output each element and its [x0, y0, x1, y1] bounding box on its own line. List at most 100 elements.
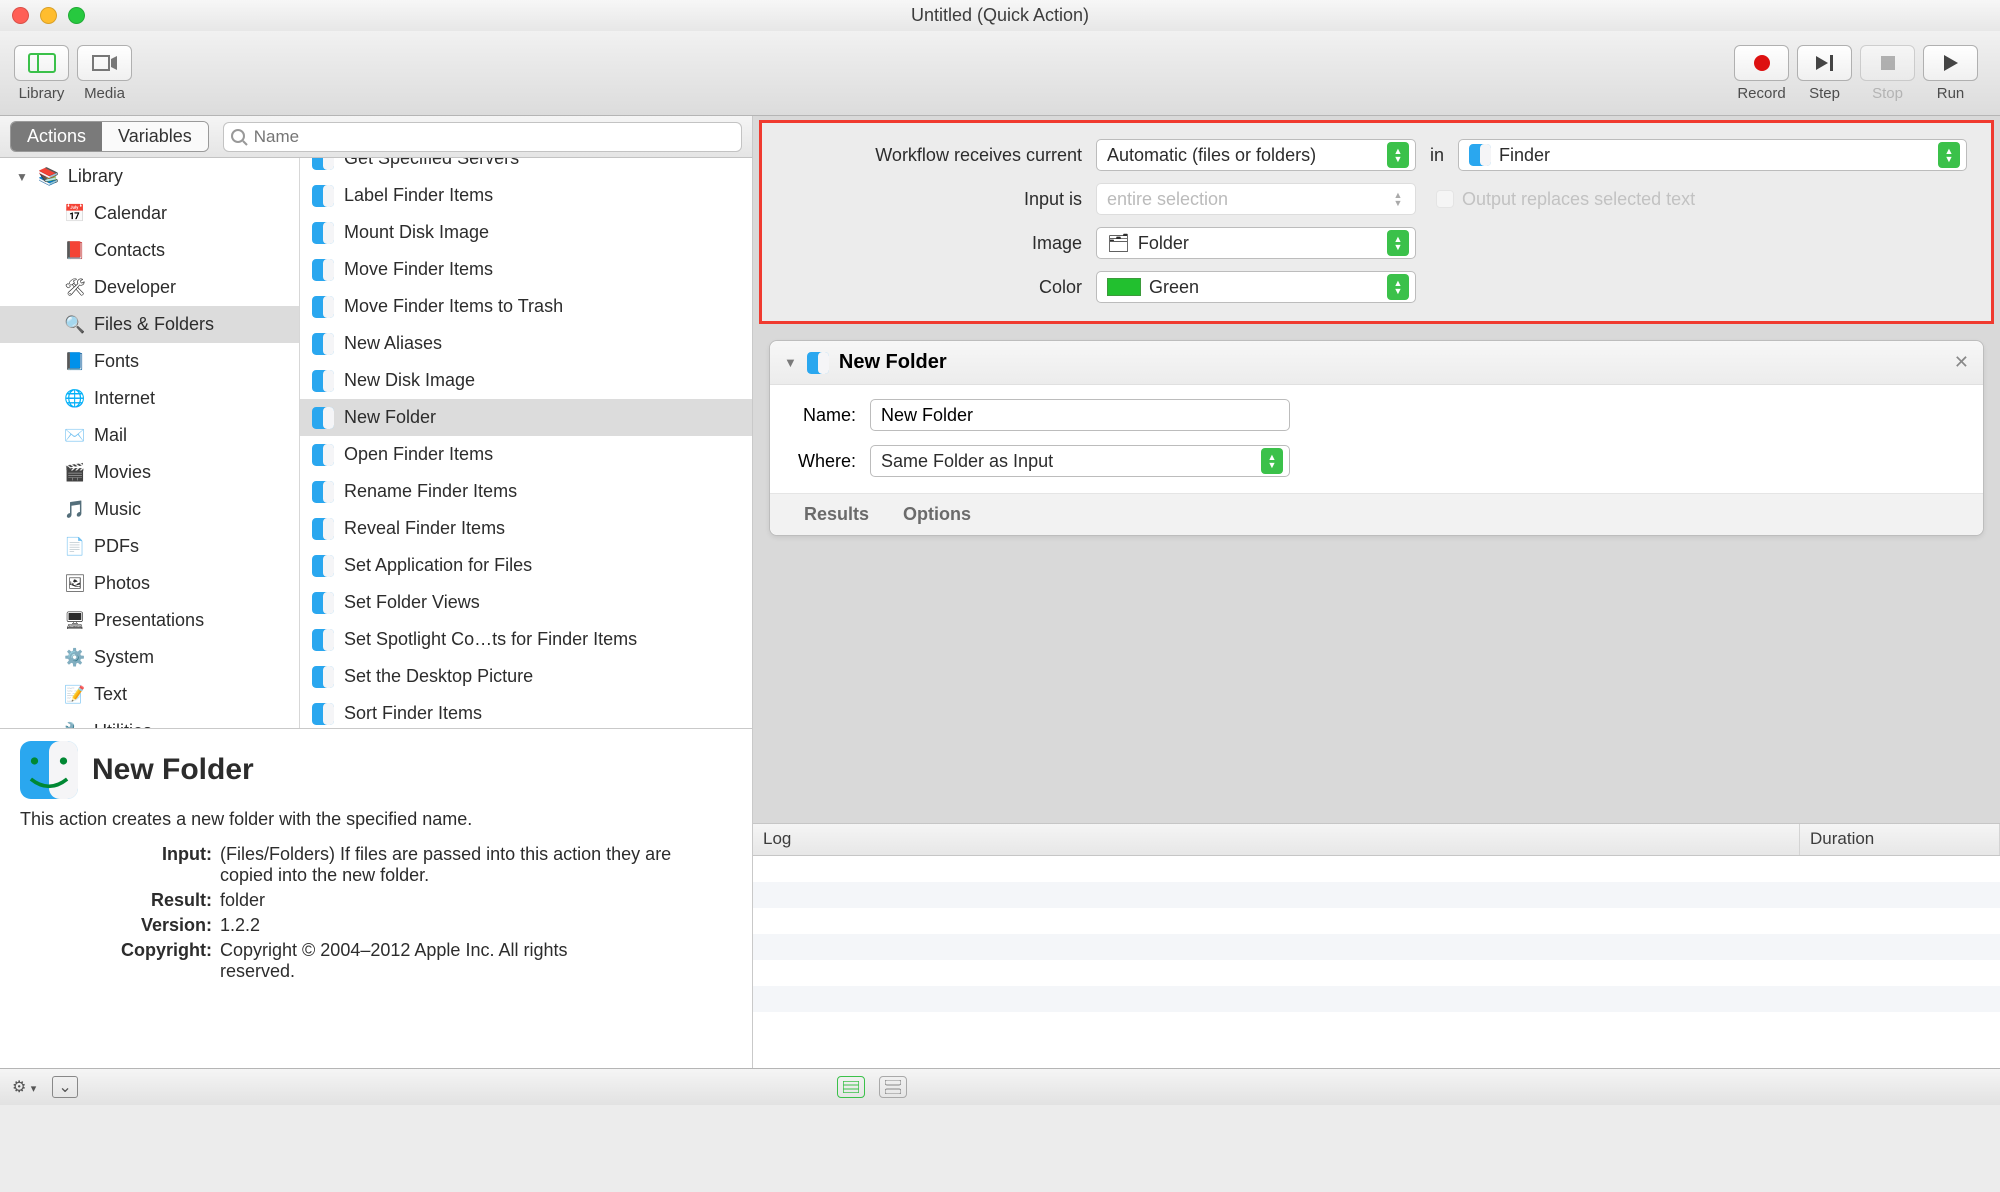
step-button-label: Step [1809, 85, 1840, 102]
window-title: Untitled (Quick Action) [0, 5, 2000, 26]
config-color-dropdown[interactable]: Green ▲▼ [1096, 271, 1416, 303]
category-item[interactable]: 🖥Presentations [0, 602, 299, 639]
category-item[interactable]: 📝Text [0, 676, 299, 713]
action-label: Move Finder Items to Trash [344, 296, 563, 317]
category-icon: 📝 [64, 684, 86, 706]
library-button[interactable] [14, 45, 69, 81]
category-item[interactable]: 🎬Movies [0, 454, 299, 491]
config-receives-label: Workflow receives current [786, 145, 1096, 166]
desc-version-value: 1.2.2 [220, 915, 732, 936]
step-button[interactable] [1797, 45, 1852, 81]
category-item[interactable]: 📅 Calendar [0, 195, 299, 232]
remove-step-button[interactable]: ✕ [1954, 352, 1969, 373]
action-item[interactable]: Set Folder Views [300, 584, 752, 621]
gear-dropdown-button[interactable]: ⚙︎ ▾ [12, 1077, 36, 1097]
media-button[interactable] [77, 45, 132, 81]
category-label: Contacts [94, 240, 165, 261]
category-label: Music [94, 499, 141, 520]
config-in-app-dropdown[interactable]: Finder ▲▼ [1458, 139, 1967, 171]
action-item[interactable]: Label Finder Items [300, 177, 752, 214]
library-category-list: ▼ 📚 Library 📅 Calendar 📕Contacts🛠Developer… [0, 158, 300, 728]
action-item[interactable]: Set Application for Files [300, 547, 752, 584]
action-item[interactable]: New Disk Image [300, 362, 752, 399]
step-where-dropdown[interactable]: Same Folder as Input ▲▼ [870, 445, 1290, 477]
action-item[interactable]: Set Spotlight Co…ts for Finder Items [300, 621, 752, 658]
library-root[interactable]: ▼ 📚 Library [0, 158, 299, 195]
action-label: Set Application for Files [344, 555, 532, 576]
finder-icon [1469, 144, 1491, 166]
category-icon: 🌐 [64, 388, 86, 410]
list-view-button[interactable] [837, 1076, 865, 1098]
category-icon: 🔍 [64, 314, 86, 336]
finder-icon [312, 629, 334, 651]
search-input[interactable] [223, 122, 742, 152]
action-item[interactable]: Mount Disk Image [300, 214, 752, 251]
workflow-status-button[interactable]: ⌄ [52, 1076, 77, 1098]
disclosure-triangle-icon[interactable]: ▼ [784, 355, 797, 370]
category-item[interactable]: 📘Fonts [0, 343, 299, 380]
category-item[interactable]: 🛠Developer [0, 269, 299, 306]
config-image-dropdown[interactable]: 🗂 Folder ▲▼ [1096, 227, 1416, 259]
tab-actions[interactable]: Actions [11, 122, 102, 151]
category-label: Internet [94, 388, 155, 409]
category-label: Calendar [94, 203, 167, 224]
category-label: Files & Folders [94, 314, 214, 335]
action-label: Mount Disk Image [344, 222, 489, 243]
action-item[interactable]: Move Finder Items to Trash [300, 288, 752, 325]
category-label: System [94, 647, 154, 668]
category-item[interactable]: ✉️Mail [0, 417, 299, 454]
step-options-tab[interactable]: Options [903, 504, 971, 525]
finder-icon [312, 222, 334, 244]
action-item[interactable]: New Folder [300, 399, 752, 436]
category-label: PDFs [94, 536, 139, 557]
action-item[interactable]: Sort Finder Items [300, 695, 752, 728]
log-column-duration[interactable]: Duration [1800, 824, 2000, 855]
category-icon: 🛠 [64, 277, 86, 299]
tab-variables[interactable]: Variables [102, 122, 208, 151]
finder-icon [312, 666, 334, 688]
flow-view-button[interactable] [879, 1076, 907, 1098]
category-item[interactable]: ⚙️ System [0, 639, 299, 676]
actions-list: Get Specified Servers Label Finder Items M… [300, 158, 752, 728]
category-item[interactable]: 📄PDFs [0, 528, 299, 565]
category-item[interactable]: 📕Contacts [0, 232, 299, 269]
finder-icon [807, 352, 829, 374]
category-icon: 📅 [64, 203, 86, 225]
log-column-log[interactable]: Log [753, 824, 1800, 855]
action-item[interactable]: New Aliases [300, 325, 752, 362]
folder-icon: 🗂 [1107, 233, 1130, 254]
action-item[interactable]: Rename Finder Items [300, 473, 752, 510]
category-icon: ⚙️ [64, 647, 86, 669]
action-label: New Folder [344, 407, 436, 428]
action-item[interactable]: Move Finder Items [300, 251, 752, 288]
config-receives-dropdown[interactable]: Automatic (files or folders) ▲▼ [1096, 139, 1416, 171]
library-icon: 📚 [38, 166, 60, 188]
step-title: New Folder [839, 351, 947, 374]
finder-icon [312, 370, 334, 392]
action-item[interactable]: Get Specified Servers [300, 158, 752, 177]
step-name-input[interactable] [870, 399, 1290, 431]
action-item[interactable]: Set the Desktop Picture [300, 658, 752, 695]
config-in-label: in [1430, 145, 1444, 166]
record-button-label: Record [1737, 85, 1785, 102]
action-label: Label Finder Items [344, 185, 493, 206]
action-label: Move Finder Items [344, 259, 493, 280]
run-button[interactable] [1923, 45, 1978, 81]
action-item[interactable]: Open Finder Items [300, 436, 752, 473]
config-image-label: Image [786, 233, 1096, 254]
desc-version-key: Version: [20, 915, 220, 936]
category-item[interactable]: 🎵Music [0, 491, 299, 528]
category-item[interactable]: 🖼Photos [0, 565, 299, 602]
action-label: Set Spotlight Co…ts for Finder Items [344, 629, 637, 650]
record-button[interactable] [1734, 45, 1789, 81]
category-item[interactable]: 🌐 Internet [0, 380, 299, 417]
category-item[interactable]: 🔧Utilities [0, 713, 299, 728]
action-label: Set Folder Views [344, 592, 480, 613]
action-item[interactable]: Reveal Finder Items [300, 510, 752, 547]
step-results-tab[interactable]: Results [804, 504, 869, 525]
disclosure-triangle-icon[interactable]: ▼ [16, 170, 28, 184]
category-item[interactable]: 🔍 Files & Folders [0, 306, 299, 343]
category-label: Utilities [94, 721, 152, 728]
chevron-updown-icon: ▲▼ [1387, 274, 1409, 300]
action-label: Set the Desktop Picture [344, 666, 533, 687]
